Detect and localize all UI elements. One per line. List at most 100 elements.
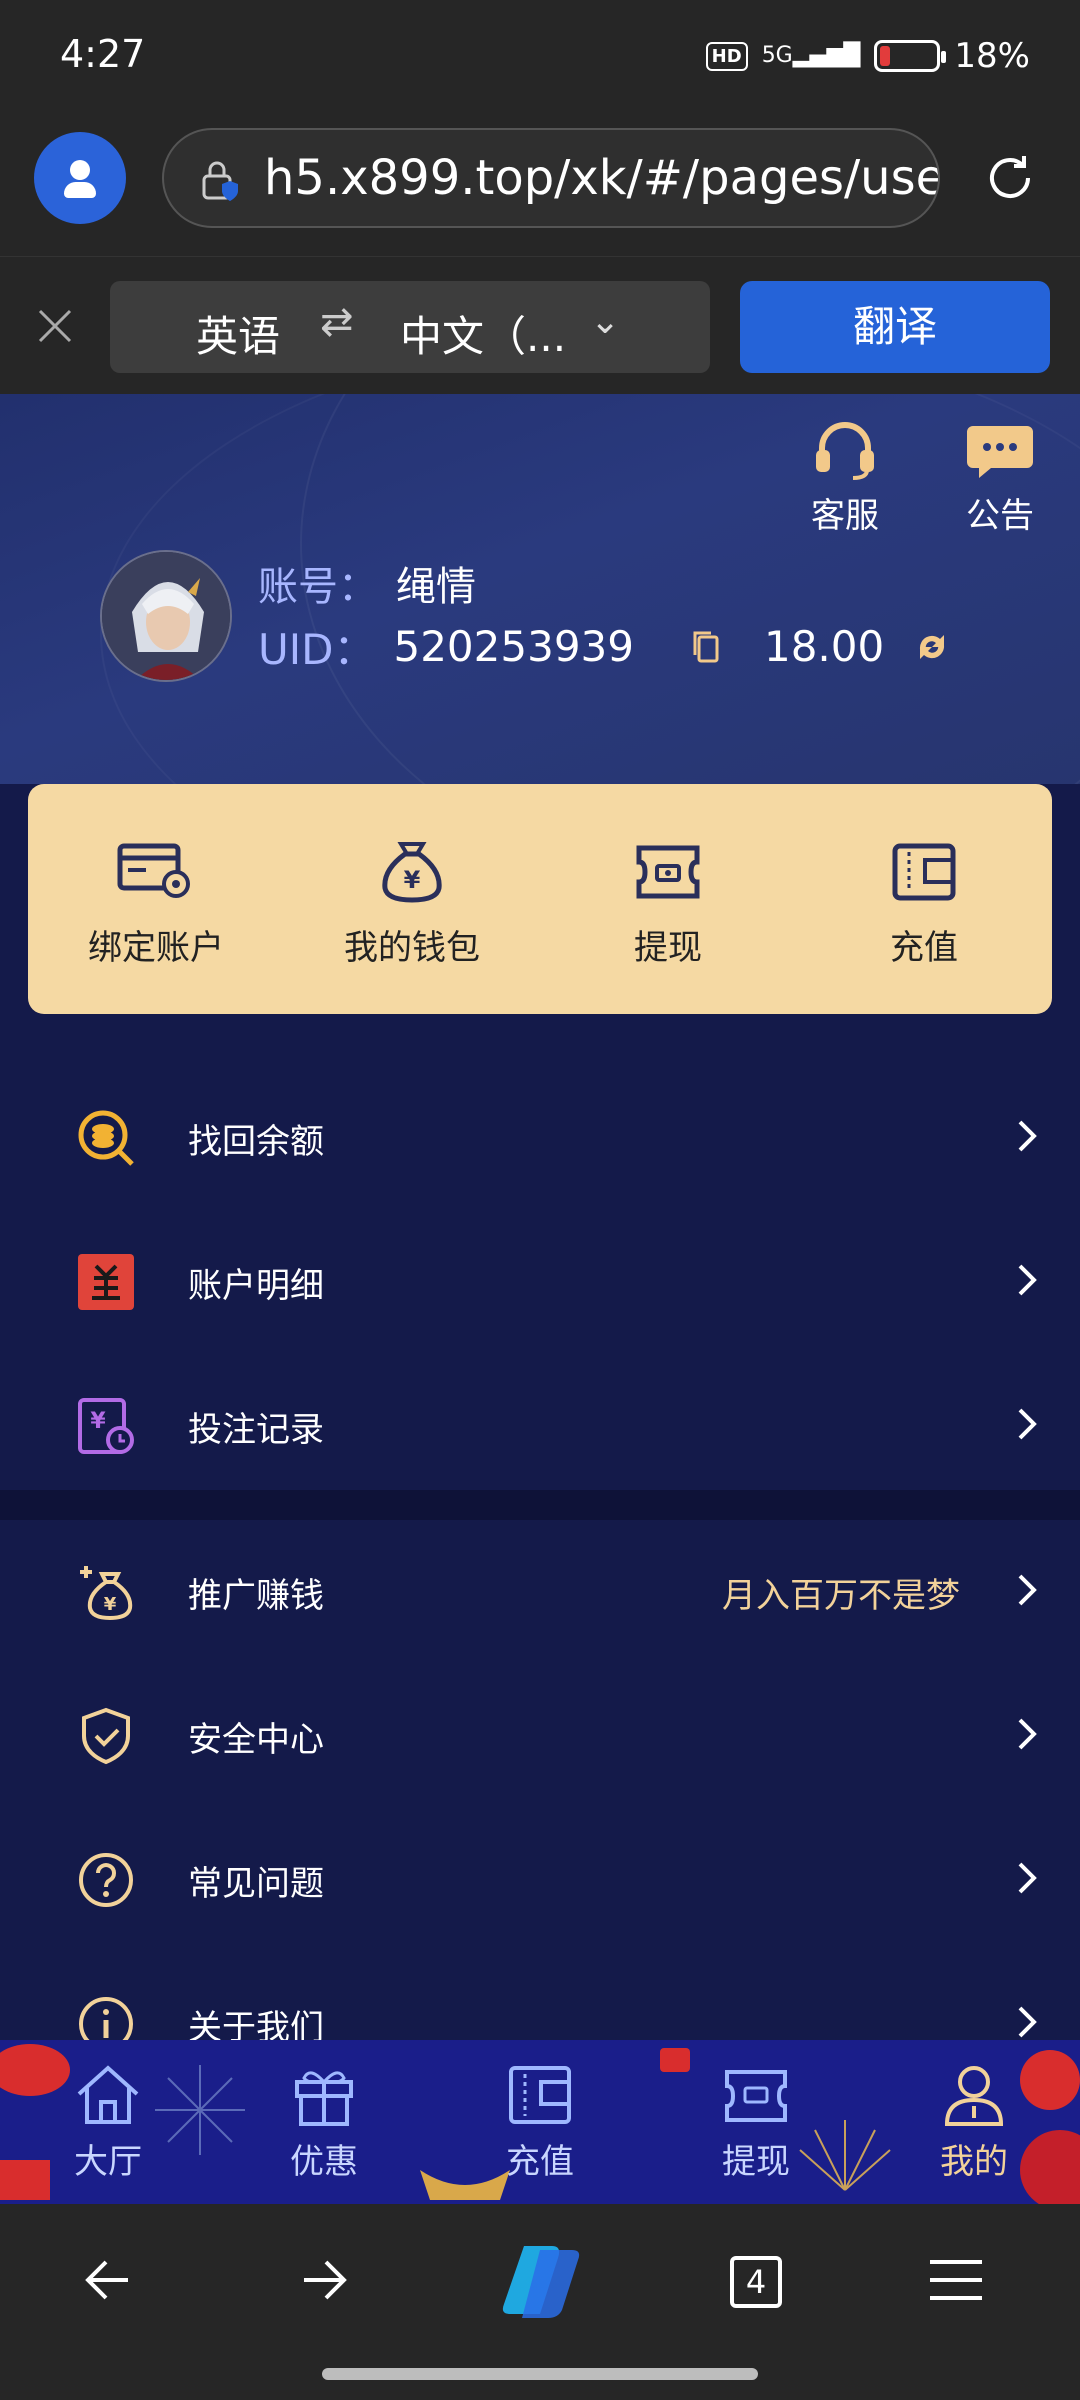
copilot-icon[interactable] <box>494 2238 586 2324</box>
notice-label: 公告 <box>966 496 1034 536</box>
bet-record-icon: ¥ <box>78 1398 134 1454</box>
nav-lobby[interactable]: 大厅 <box>48 2060 168 2183</box>
menu-item-bet-record[interactable]: ¥ 投注记录 <box>0 1354 1080 1498</box>
notice-button[interactable]: 公告 <box>950 420 1050 537</box>
status-bar: 4:27 HD 5G▂▄▆█ 18% <box>0 0 1080 120</box>
browser-toolbar: 4 <box>0 2204 1080 2400</box>
quick-actions-panel: 绑定账户 ¥ 我的钱包 提现 充值 <box>28 784 1052 1014</box>
hd-badge: HD <box>705 41 748 71</box>
profile-button[interactable] <box>34 132 126 224</box>
chevron-right-icon <box>1018 2006 1037 2038</box>
my-wallet-button[interactable]: ¥ 我的钱包 <box>284 784 540 1014</box>
promotion-icon: ¥ <box>80 1566 133 1621</box>
back-arrow-icon[interactable] <box>80 2252 136 2308</box>
account-row: 账号： 绳情 <box>258 554 476 612</box>
balance-value: 18.00 <box>763 622 885 671</box>
menu-label: 投注记录 <box>188 1410 324 1450</box>
browser-address-bar: h5.x899.top/xk/#/pages/user <box>0 120 1080 256</box>
nav-withdraw[interactable]: 提现 <box>696 2060 816 2183</box>
translate-bar: 英语 ⇄ 中文（... ⌄ 翻译 <box>0 256 1080 394</box>
swap-icon[interactable]: ⇄ <box>320 299 354 345</box>
user-icon <box>944 2066 1004 2126</box>
nav-recharge[interactable]: 充值 <box>480 2060 600 2183</box>
menu-item-account-detail[interactable]: 账户明细 <box>0 1210 1080 1354</box>
menu-label: 安全中心 <box>188 1720 324 1760</box>
menu-icon[interactable] <box>926 2252 986 2308</box>
tabs-button[interactable]: 4 <box>730 2256 782 2308</box>
target-language[interactable]: 中文（... <box>400 303 566 364</box>
uid-row: UID： 520253939 18.00 <box>258 616 952 677</box>
forward-arrow-icon[interactable] <box>296 2252 352 2308</box>
withdraw-button[interactable]: 提现 <box>540 784 796 1014</box>
chevron-right-icon <box>1018 1718 1037 1750</box>
menu-label: 账户明细 <box>188 1266 324 1306</box>
nav-label: 大厅 <box>74 2142 142 2182</box>
menu-label: 推广赚钱 <box>188 1576 324 1616</box>
nav-label: 提现 <box>722 2142 790 2182</box>
language-selector[interactable]: 英语 ⇄ 中文（... ⌄ <box>110 281 710 373</box>
uid-value: 520253939 <box>393 622 634 671</box>
question-icon <box>79 1853 133 1907</box>
user-header: 客服 公告 账号： 绳情 UID： 520253939 18.00 <box>0 394 1080 784</box>
withdraw-icon <box>636 845 700 899</box>
menu-group-more: ¥ 推广赚钱 月入百万不是梦 安全中心 常见问题 关于我们 <box>0 1520 1080 2096</box>
menu-label: 找回余额 <box>188 1122 324 1162</box>
quick-label: 充值 <box>890 928 958 968</box>
uid-label: UID： <box>258 625 376 674</box>
promotion-slogan: 月入百万不是梦 <box>722 1576 960 1616</box>
menu-label: 常见问题 <box>188 1864 324 1904</box>
nav-promotions[interactable]: 优惠 <box>264 2060 384 2183</box>
menu-item-recover-balance[interactable]: 找回余额 <box>0 1066 1080 1210</box>
nav-label: 我的 <box>940 2142 1008 2182</box>
coin-search-icon <box>78 1110 134 1166</box>
chat-bubble-icon <box>967 426 1033 478</box>
wallet-icon <box>509 2066 571 2124</box>
refresh-icon[interactable] <box>912 627 952 667</box>
main-content: 绑定账户 ¥ 我的钱包 提现 充值 找回余额 账户明细 ¥ 投注记录 ¥ 推广赚… <box>0 784 1080 2051</box>
quick-label: 提现 <box>634 928 702 968</box>
url-field[interactable]: h5.x899.top/xk/#/pages/user <box>162 128 940 228</box>
profile-icon <box>70 160 90 180</box>
svg-text:¥: ¥ <box>104 1594 117 1615</box>
customer-service-button[interactable]: 客服 <box>800 420 890 537</box>
account-name: 绳情 <box>396 564 476 610</box>
quick-label: 绑定账户 <box>88 928 224 968</box>
home-indicator[interactable] <box>322 2368 758 2380</box>
source-language[interactable]: 英语 <box>196 303 280 364</box>
chevron-right-icon <box>1018 1120 1037 1152</box>
menu-item-security[interactable]: 安全中心 <box>0 1664 1080 1808</box>
copy-icon[interactable] <box>690 629 722 665</box>
profile-icon-body <box>64 182 96 198</box>
chevron-down-icon[interactable]: ⌄ <box>590 301 620 342</box>
money-bag-icon: ¥ <box>382 842 442 903</box>
bind-account-button[interactable]: 绑定账户 <box>28 784 284 1014</box>
recharge-button[interactable]: 充值 <box>796 784 1052 1014</box>
home-icon <box>77 2065 139 2124</box>
menu-group-account: 找回余额 账户明细 ¥ 投注记录 <box>0 1066 1080 1498</box>
menu-item-promotion[interactable]: ¥ 推广赚钱 月入百万不是梦 <box>0 1520 1080 1664</box>
network-type: 5G <box>761 43 793 68</box>
nav-mine[interactable]: 我的 <box>914 2060 1034 2183</box>
customer-service-label: 客服 <box>811 496 879 536</box>
shield-icon <box>82 1707 130 1765</box>
gift-icon <box>295 2071 353 2126</box>
withdraw-icon <box>725 2070 787 2122</box>
battery-icon <box>874 40 947 72</box>
chevron-right-icon <box>1018 1408 1037 1440</box>
nav-label: 优惠 <box>290 2142 358 2182</box>
translate-button[interactable]: 翻译 <box>740 281 1050 373</box>
avatar[interactable] <box>100 550 232 682</box>
svg-text:¥: ¥ <box>90 1409 106 1434</box>
section-divider <box>0 1490 1080 1520</box>
bottom-nav: 大厅 优惠 充值 提现 我的 <box>0 2040 1080 2204</box>
close-icon[interactable] <box>30 301 80 351</box>
chevron-right-icon <box>1018 1862 1037 1894</box>
reload-icon[interactable] <box>980 148 1040 208</box>
headset-icon <box>816 422 874 480</box>
menu-item-faq[interactable]: 常见问题 <box>0 1808 1080 1952</box>
battery-percent: 18% <box>954 36 1030 76</box>
status-time: 4:27 <box>60 32 146 76</box>
account-detail-icon <box>78 1254 134 1310</box>
bind-card-icon <box>117 843 190 898</box>
header-decoration <box>100 394 1080 784</box>
